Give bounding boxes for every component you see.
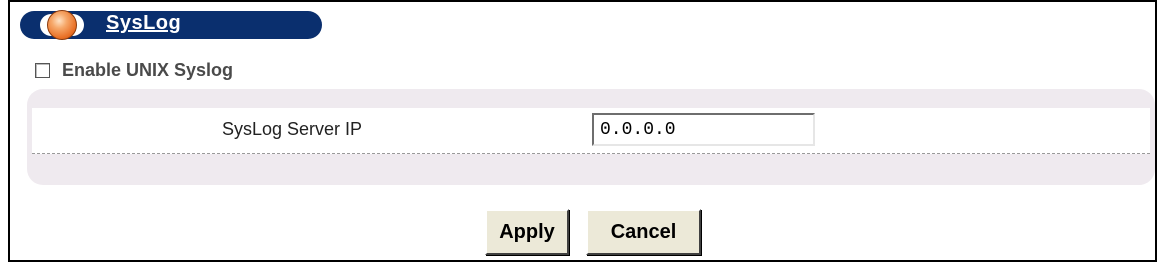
server-ip-row: SysLog Server IP — [32, 108, 1150, 154]
enable-syslog-label: Enable UNIX Syslog — [62, 59, 234, 80]
apply-button[interactable]: Apply — [485, 209, 569, 255]
orb-icon — [47, 10, 77, 40]
enable-syslog-row: Enable UNIX Syslog — [35, 57, 233, 83]
section-header: SysLog — [20, 10, 322, 40]
syslog-frame: SysLog Enable UNIX Syslog SysLog Server … — [8, 0, 1157, 262]
cancel-button[interactable]: Cancel — [586, 209, 701, 255]
server-ip-label: SysLog Server IP — [222, 119, 363, 139]
enable-syslog-checkbox[interactable] — [35, 62, 50, 78]
settings-panel: SysLog Server IP — [27, 89, 1155, 185]
server-ip-input[interactable] — [592, 113, 815, 146]
section-title: SysLog — [106, 12, 182, 34]
